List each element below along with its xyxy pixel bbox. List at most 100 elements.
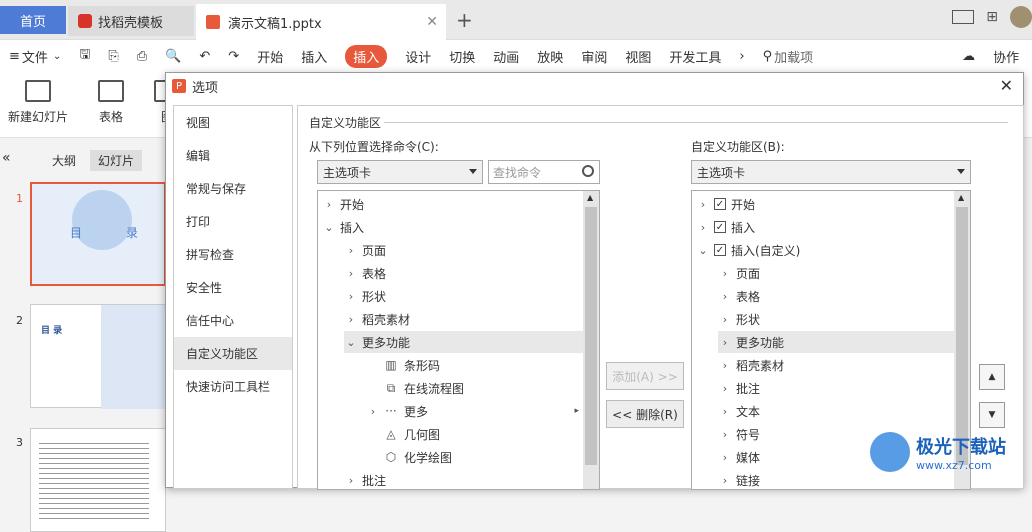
nav-quick-access[interactable]: 快速访问工具栏 bbox=[174, 370, 292, 403]
checkbox[interactable]: ✓ bbox=[714, 198, 726, 210]
chevron-right-icon[interactable]: › bbox=[344, 244, 358, 257]
nav-view[interactable]: 视图 bbox=[174, 106, 292, 139]
window-mode-icon[interactable] bbox=[952, 10, 975, 24]
avatar[interactable] bbox=[1010, 6, 1032, 28]
scroll-up-icon[interactable]: ▲ bbox=[958, 193, 964, 202]
move-down-button[interactable]: ▼ bbox=[979, 402, 1005, 428]
menu-item-animation[interactable]: 动画 bbox=[493, 47, 519, 66]
tree-item[interactable]: › 开始 bbox=[322, 193, 583, 215]
scroll-up-icon[interactable]: ▲ bbox=[587, 193, 593, 202]
tree-item[interactable]: › 形状 bbox=[718, 308, 954, 330]
search-icon[interactable]: ⚲ bbox=[763, 49, 773, 64]
chevron-down-icon[interactable]: ⌄ bbox=[344, 336, 358, 349]
move-up-button[interactable]: ▲ bbox=[979, 364, 1005, 390]
tree-item[interactable]: › 表格 bbox=[718, 285, 954, 307]
menu-item-transition[interactable]: 切换 bbox=[449, 47, 475, 66]
tree-item[interactable]: › 链接 bbox=[718, 469, 954, 489]
chevron-down-icon[interactable]: ⌄ bbox=[53, 51, 61, 62]
tree-item[interactable]: › 页面 bbox=[718, 262, 954, 284]
slide-thumbnail-1[interactable]: 目 录 bbox=[30, 182, 166, 286]
cloud-icon[interactable]: ☁ bbox=[962, 49, 975, 64]
tree-item[interactable]: › 稻壳素材 bbox=[344, 308, 583, 330]
menu-item-view[interactable]: 视图 bbox=[625, 47, 651, 66]
chevron-right-icon[interactable]: › bbox=[718, 267, 732, 280]
nav-spellcheck[interactable]: 拼写检查 bbox=[174, 238, 292, 271]
chevron-right-icon[interactable]: › bbox=[718, 336, 732, 349]
nav-customize-ribbon[interactable]: 自定义功能区 bbox=[174, 337, 292, 370]
nav-trust-center[interactable]: 信任中心 bbox=[174, 304, 292, 337]
chevron-right-icon[interactable]: › bbox=[718, 428, 732, 441]
tab-template[interactable]: 找稻壳模板 bbox=[68, 6, 194, 36]
chevron-right-icon[interactable]: › bbox=[718, 474, 732, 487]
search-command-input[interactable]: 查找命令 bbox=[488, 160, 600, 184]
tree-item[interactable]: › 页面 bbox=[344, 239, 583, 261]
chevron-right-icon[interactable]: › bbox=[344, 313, 358, 326]
tree-item[interactable]: ⌄ 更多功能 bbox=[344, 331, 583, 353]
nav-general-save[interactable]: 常规与保存 bbox=[174, 172, 292, 205]
checkbox[interactable]: ✓ bbox=[714, 244, 726, 256]
menu-item-devtools[interactable]: 开发工具 bbox=[669, 47, 721, 66]
slide-thumbnail-3[interactable] bbox=[30, 428, 166, 532]
from-select[interactable]: 主选项卡 bbox=[317, 160, 483, 184]
chevron-right-icon[interactable]: › bbox=[696, 221, 710, 234]
scrollbar[interactable]: ▲ bbox=[583, 191, 599, 489]
chevron-right-icon[interactable]: › bbox=[344, 474, 358, 487]
collapse-icon[interactable]: « bbox=[2, 150, 11, 166]
tree-item[interactable]: › 文本 bbox=[718, 400, 954, 422]
tree-item[interactable]: › 表格 bbox=[344, 262, 583, 284]
tree-item[interactable]: › ··· 更多 ▸ bbox=[366, 400, 583, 422]
menu-item-start[interactable]: 开始 bbox=[257, 47, 283, 66]
to-select[interactable]: 主选项卡 bbox=[691, 160, 971, 184]
grid-icon[interactable]: ⊞ bbox=[986, 9, 998, 25]
scrollbar-thumb[interactable] bbox=[956, 207, 968, 465]
tree-item[interactable]: › 稻壳素材 bbox=[718, 354, 954, 376]
tab-outline[interactable]: 大纲 bbox=[44, 150, 84, 171]
chevron-right-icon[interactable]: › bbox=[366, 405, 380, 418]
nav-edit[interactable]: 编辑 bbox=[174, 139, 292, 172]
chevron-down-icon[interactable]: ⌄ bbox=[322, 221, 336, 234]
tree-item[interactable]: › 批注 bbox=[718, 377, 954, 399]
menu-icon[interactable]: ≡ bbox=[9, 49, 20, 64]
close-icon[interactable]: ✕ bbox=[1000, 76, 1013, 95]
tree-item[interactable]: › ✓ 插入 bbox=[696, 216, 954, 238]
menu-item-review[interactable]: 审阅 bbox=[581, 47, 607, 66]
tree-item[interactable]: ⌄ ✓ 插入(自定义) bbox=[696, 239, 954, 261]
save-icon[interactable]: 🖫 bbox=[79, 45, 90, 67]
print-icon[interactable]: ⎙ bbox=[137, 49, 147, 64]
new-slide-button[interactable]: 新建幻灯片 bbox=[8, 80, 68, 125]
tree-item[interactable]: ▥ 条形码 bbox=[366, 354, 583, 376]
tree-item[interactable]: › 形状 bbox=[344, 285, 583, 307]
tree-item[interactable]: ⬡ 化学绘图 bbox=[366, 446, 583, 468]
preview-icon[interactable]: 🔍 bbox=[165, 49, 181, 64]
new-tab-button[interactable]: + bbox=[456, 8, 473, 32]
table-button[interactable]: 表格 bbox=[98, 80, 124, 125]
slide-thumbnail-2[interactable]: 目 录 bbox=[30, 304, 167, 409]
tree-item[interactable]: ◬ 几何图 bbox=[366, 423, 583, 445]
redo-icon[interactable]: ↷ bbox=[228, 49, 239, 64]
undo-icon[interactable]: ↶ bbox=[199, 49, 210, 64]
chevron-right-icon[interactable]: › bbox=[696, 198, 710, 211]
collab-button[interactable]: 协作 bbox=[993, 47, 1019, 66]
tree-item[interactable]: ⧉ 在线流程图 bbox=[366, 377, 583, 399]
tab-slides[interactable]: 幻灯片 bbox=[90, 150, 143, 171]
chevron-right-icon[interactable]: › bbox=[718, 313, 732, 326]
tree-item[interactable]: › 批注 bbox=[344, 469, 583, 489]
chevron-right-icon[interactable]: › bbox=[718, 405, 732, 418]
chevron-right-icon[interactable]: › bbox=[344, 267, 358, 280]
chevron-right-icon[interactable]: › bbox=[718, 382, 732, 395]
close-tab-icon[interactable]: ✕ bbox=[426, 14, 438, 30]
checkbox[interactable]: ✓ bbox=[714, 221, 726, 233]
chevron-right-icon[interactable]: › bbox=[322, 198, 336, 211]
add-button[interactable]: 添加(A) >> bbox=[606, 362, 684, 390]
tree-item[interactable]: › ✓ 开始 bbox=[696, 193, 954, 215]
chevron-right-icon[interactable]: › bbox=[344, 290, 358, 303]
chevron-down-icon[interactable]: ⌄ bbox=[696, 244, 710, 257]
remove-button[interactable]: << 删除(R) bbox=[606, 400, 684, 428]
tree-item[interactable]: › 更多功能 bbox=[718, 331, 954, 353]
chevron-right-icon[interactable]: › bbox=[718, 359, 732, 372]
chevron-right-icon[interactable]: › bbox=[739, 49, 744, 64]
menu-item-design[interactable]: 设计 bbox=[405, 47, 431, 66]
menu-item-insert[interactable]: 插入 bbox=[301, 47, 327, 66]
menu-item-insert-active[interactable]: 插入 bbox=[345, 44, 388, 68]
tab-home[interactable]: 首页 bbox=[0, 6, 66, 34]
